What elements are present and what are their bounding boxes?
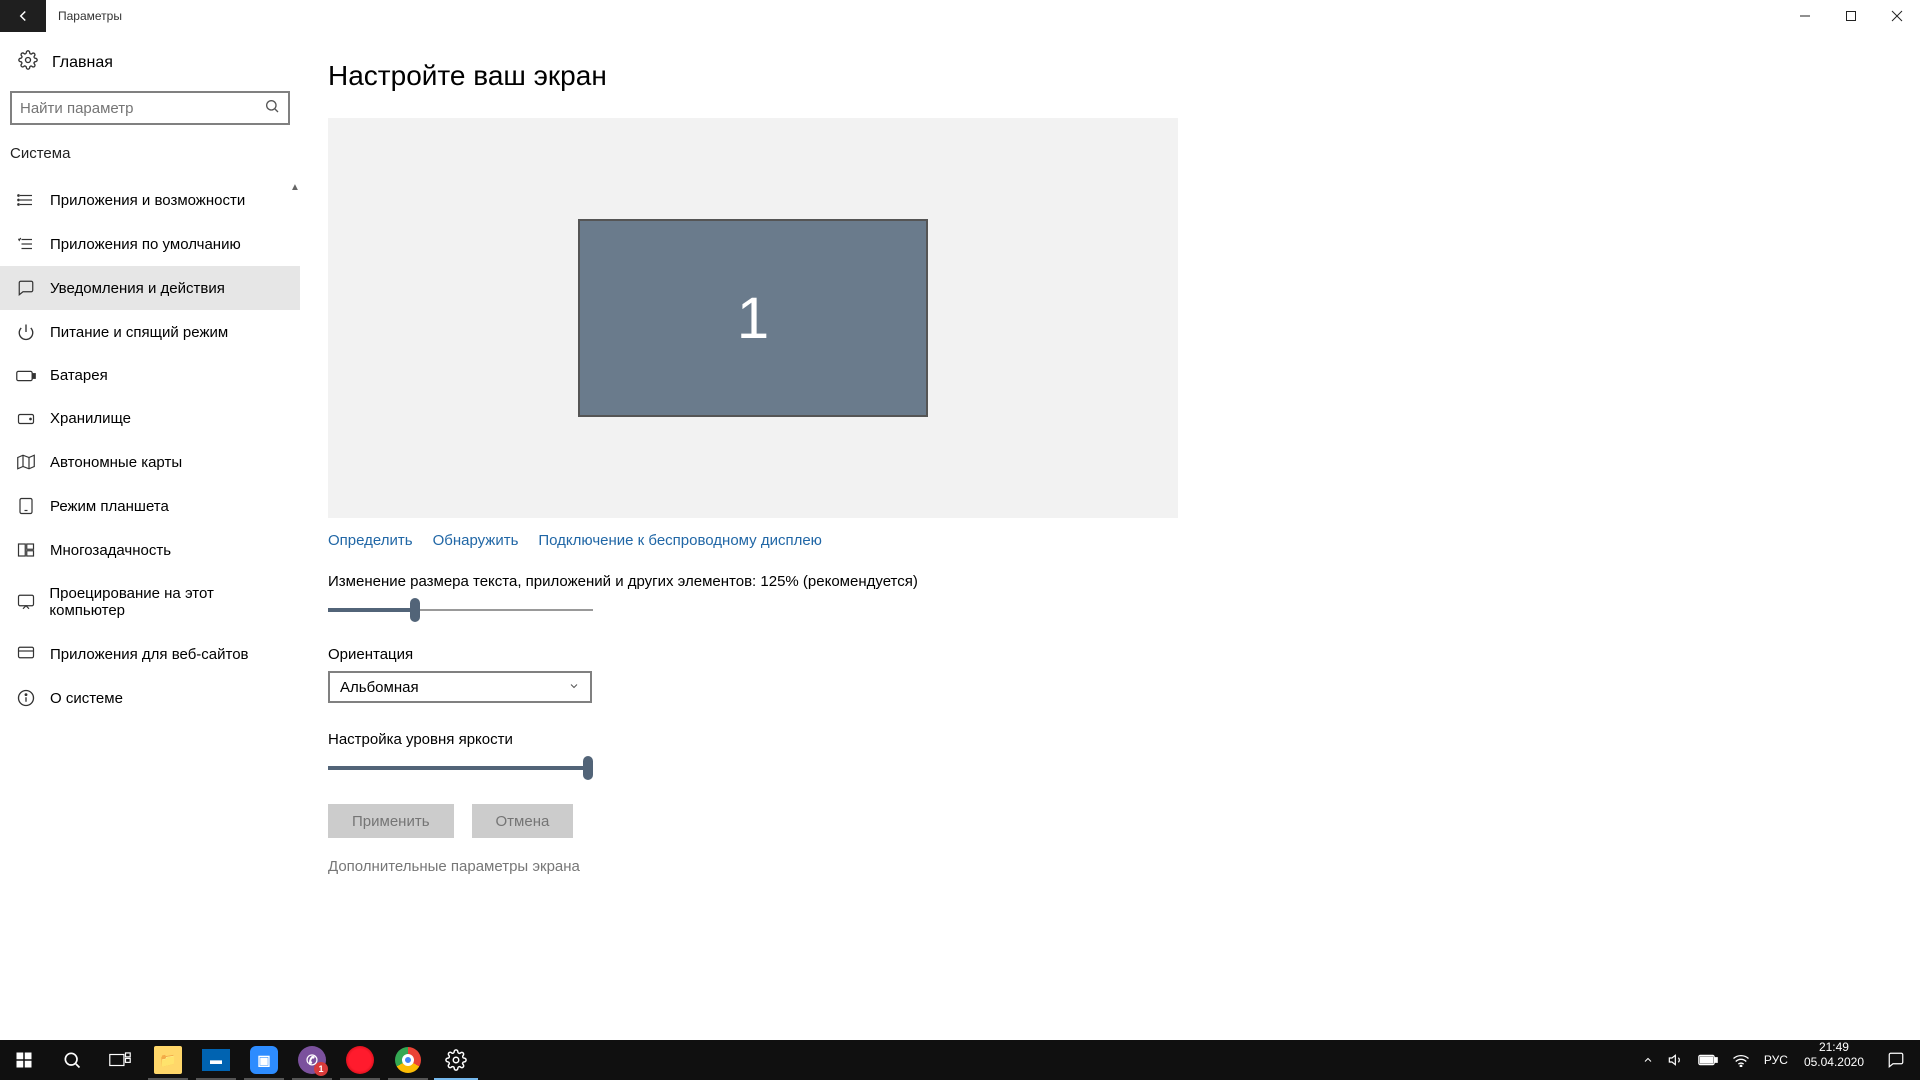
clock-time: 21:49 — [1804, 1040, 1864, 1055]
power-icon — [16, 323, 36, 341]
task-view-button[interactable] — [96, 1040, 144, 1080]
folder-icon: 📁 — [154, 1046, 182, 1074]
sidebar-item-webapps[interactable]: Приложения для веб-сайтов — [0, 632, 300, 676]
sidebar-item-storage[interactable]: Хранилище — [0, 397, 300, 440]
monitor-preview[interactable]: 1 — [578, 219, 928, 417]
viber-icon: ✆1 — [298, 1046, 326, 1074]
category-label: Система — [0, 141, 300, 178]
search-icon — [264, 98, 280, 119]
input-language[interactable]: РУС — [1764, 1053, 1788, 1067]
volume-icon[interactable] — [1668, 1052, 1684, 1068]
sidebar-item-label: Батарея — [50, 367, 108, 384]
storage-icon — [16, 412, 36, 426]
sidebar-item-notify[interactable]: Уведомления и действия — [0, 266, 300, 310]
settings-sidebar: Главная Система ▲ Приложения и возможнос… — [0, 32, 300, 1040]
advanced-display-link[interactable]: Дополнительные параметры экрана — [328, 858, 1880, 875]
taskbar-app-opera[interactable] — [336, 1040, 384, 1080]
notify-icon — [16, 279, 36, 297]
sidebar-item-label: Приложения и возможности — [50, 192, 245, 209]
taskbar-app-settings[interactable] — [432, 1040, 480, 1080]
chevron-down-icon — [568, 679, 580, 696]
brightness-label: Настройка уровня яркости — [328, 731, 1880, 748]
cancel-button[interactable]: Отмена — [472, 804, 574, 838]
sidebar-item-label: Режим планшета — [50, 498, 169, 515]
sidebar-item-project[interactable]: Проецирование на этот компьютер — [0, 572, 300, 632]
window-title: Параметры — [46, 0, 1782, 32]
clock-date: 05.04.2020 — [1804, 1055, 1864, 1070]
battery-icon[interactable] — [1698, 1054, 1718, 1066]
taskbar-app-zoom[interactable]: ▣ — [240, 1040, 288, 1080]
back-button[interactable] — [0, 0, 46, 32]
opera-icon — [346, 1046, 374, 1074]
about-icon — [16, 689, 36, 707]
content-pane: Настройте ваш экран 1 Определить Обнаруж… — [300, 32, 1920, 1040]
sidebar-item-label: Приложения для веб-сайтов — [50, 646, 249, 663]
sidebar-item-apps[interactable]: Приложения и возможности — [0, 178, 300, 222]
wireless-display-link[interactable]: Подключение к беспроводному дисплею — [538, 532, 822, 549]
viber-badge: 1 — [314, 1062, 328, 1076]
battery-icon — [16, 369, 36, 383]
sidebar-item-about[interactable]: О системе — [0, 676, 300, 720]
maximize-button[interactable] — [1828, 0, 1874, 32]
sidebar-item-defaults[interactable]: Приложения по умолчанию — [0, 222, 300, 266]
display-arrangement[interactable]: 1 — [328, 118, 1178, 518]
detect-link[interactable]: Обнаружить — [433, 532, 519, 549]
webapps-icon — [16, 645, 36, 663]
scale-label: Изменение размера текста, приложений и д… — [328, 573, 1880, 590]
sidebar-item-label: Приложения по умолчанию — [50, 236, 241, 253]
sidebar-item-battery[interactable]: Батарея — [0, 354, 300, 397]
taskbar-app-chrome[interactable] — [384, 1040, 432, 1080]
orientation-value: Альбомная — [340, 679, 419, 696]
apply-button[interactable]: Применить — [328, 804, 454, 838]
taskbar-app-taskmgr[interactable]: ▬ — [192, 1040, 240, 1080]
sidebar-item-power[interactable]: Питание и спящий режим — [0, 310, 300, 354]
sidebar-item-label: Хранилище — [50, 410, 131, 427]
home-label: Главная — [52, 54, 113, 72]
maps-icon — [16, 453, 36, 471]
wifi-icon[interactable] — [1732, 1053, 1750, 1067]
system-tray: РУС — [1634, 1040, 1796, 1080]
taskmgr-icon: ▬ — [202, 1049, 230, 1071]
multitask-icon — [16, 541, 36, 559]
sidebar-item-tablet[interactable]: Режим планшета — [0, 484, 300, 528]
search-input[interactable] — [20, 100, 264, 117]
taskbar-app-viber[interactable]: ✆1 — [288, 1040, 336, 1080]
taskbar: 📁 ▬ ▣ ✆1 РУС 21:49 05.04.2020 — [0, 1040, 1920, 1080]
gear-icon — [445, 1049, 467, 1071]
project-icon — [16, 593, 35, 611]
taskbar-app-explorer[interactable]: 📁 — [144, 1040, 192, 1080]
zoom-icon: ▣ — [250, 1046, 278, 1074]
brightness-slider[interactable] — [328, 756, 593, 780]
monitor-number: 1 — [737, 285, 769, 352]
sidebar-item-label: Питание и спящий режим — [50, 324, 228, 341]
tablet-icon — [16, 497, 36, 515]
sidebar-item-label: Проецирование на этот компьютер — [49, 585, 286, 619]
close-button[interactable] — [1874, 0, 1920, 32]
sidebar-item-label: Многозадачность — [50, 542, 171, 559]
orientation-select[interactable]: Альбомная — [328, 671, 592, 703]
gear-icon — [18, 50, 38, 75]
defaults-icon — [16, 235, 36, 253]
minimize-button[interactable] — [1782, 0, 1828, 32]
scale-slider[interactable] — [328, 598, 593, 622]
orientation-label: Ориентация — [328, 646, 1880, 663]
page-title: Настройте ваш экран — [328, 60, 1880, 92]
action-center-button[interactable] — [1872, 1040, 1920, 1080]
search-button[interactable] — [48, 1040, 96, 1080]
home-button[interactable]: Главная — [0, 32, 300, 91]
chrome-icon — [395, 1047, 421, 1073]
sidebar-item-label: Автономные карты — [50, 454, 182, 471]
sidebar-item-maps[interactable]: Автономные карты — [0, 440, 300, 484]
sidebar-item-multitask[interactable]: Многозадачность — [0, 528, 300, 572]
sidebar-item-label: Уведомления и действия — [50, 280, 225, 297]
tray-overflow-icon[interactable] — [1642, 1054, 1654, 1066]
identify-link[interactable]: Определить — [328, 532, 413, 549]
apps-icon — [16, 191, 36, 209]
start-button[interactable] — [0, 1040, 48, 1080]
sidebar-item-label: О системе — [50, 690, 123, 707]
taskbar-clock[interactable]: 21:49 05.04.2020 — [1796, 1040, 1872, 1080]
search-box[interactable] — [10, 91, 290, 125]
window-titlebar: Параметры — [0, 0, 1920, 32]
